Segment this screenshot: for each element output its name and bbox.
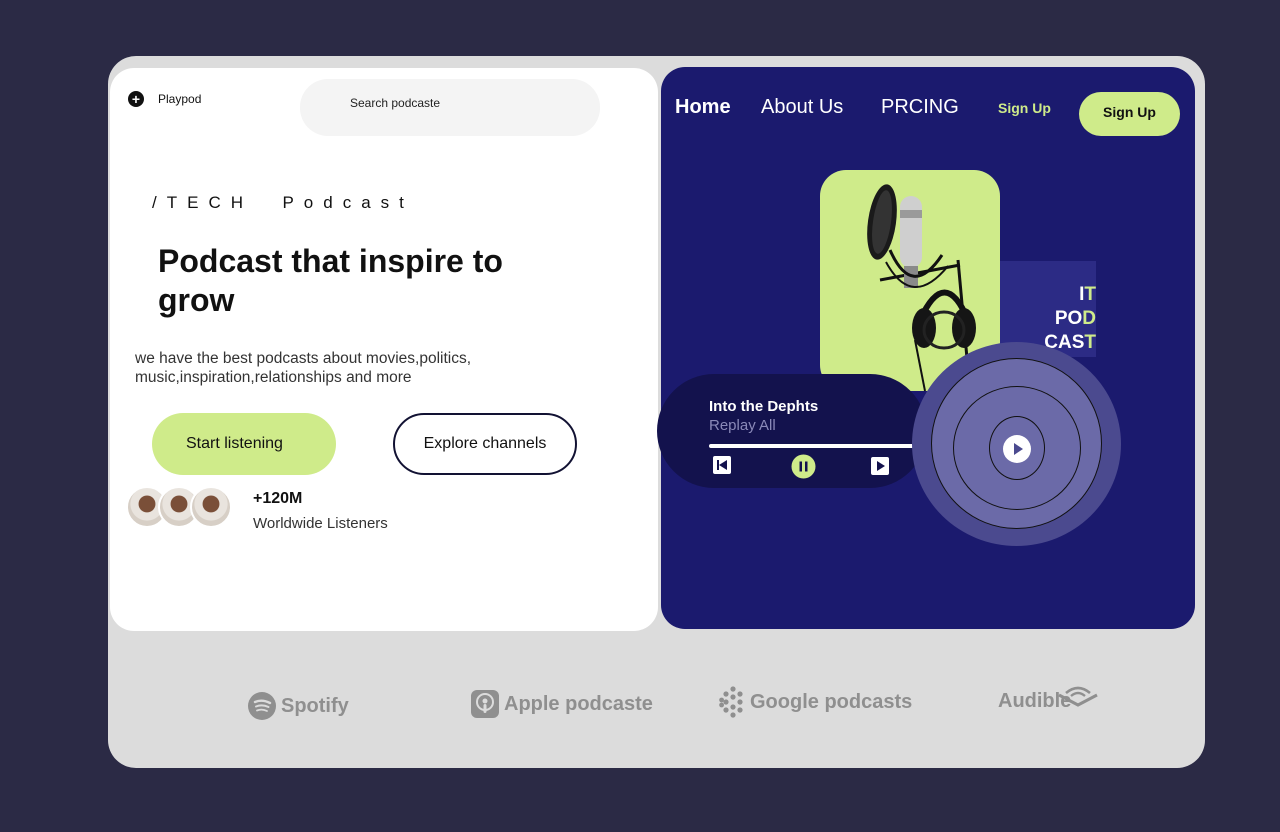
google-podcasts-icon: [719, 686, 743, 718]
plus-icon: +: [128, 91, 144, 107]
search-placeholder: Search podcaste: [350, 96, 441, 110]
listener-count: +120M: [253, 490, 303, 507]
spotify-label: Spotify: [281, 694, 349, 717]
nav-home[interactable]: Home: [675, 96, 731, 119]
podcast-badge-text: IT POD CAST: [1044, 284, 1096, 353]
signup-button[interactable]: Sign Up: [1079, 92, 1180, 136]
spotify-logo[interactable]: Spotify: [248, 692, 349, 720]
avatar: [190, 486, 232, 528]
previous-icon[interactable]: [713, 456, 731, 474]
listener-label: Worldwide Listeners: [253, 515, 388, 532]
spotify-icon: [248, 692, 276, 720]
signup-link[interactable]: Sign Up: [998, 100, 1051, 116]
apple-podcasts-label: Apple podcaste: [504, 692, 653, 715]
google-podcasts-logo[interactable]: Google podcasts: [719, 686, 912, 718]
brand-name: Playpod: [158, 92, 202, 106]
hero-headline: Podcast that inspire to grow: [158, 243, 503, 318]
explore-channels-button[interactable]: Explore channels: [393, 413, 577, 475]
apple-podcasts-logo[interactable]: Apple podcaste: [471, 690, 653, 718]
nav-about-us[interactable]: About Us: [761, 96, 843, 119]
category-eyebrow: /TECH Podcast: [152, 193, 414, 212]
track-title: Into the Dephts: [709, 398, 819, 415]
apple-podcasts-icon: [471, 690, 499, 718]
play-icon[interactable]: [1003, 435, 1031, 463]
pause-icon[interactable]: [791, 454, 816, 479]
search-input[interactable]: Search podcaste: [300, 79, 600, 136]
play-next-icon[interactable]: [871, 457, 889, 475]
brand-logo[interactable]: + Playpod: [128, 91, 201, 107]
track-artist: Replay All: [709, 417, 776, 434]
listener-avatars: [126, 486, 238, 530]
audible-logo[interactable]: Audible: [998, 676, 1099, 713]
playback-progress-bar[interactable]: [709, 444, 915, 448]
audible-icon: [1058, 686, 1099, 707]
hero-description: we have the best podcasts about movies,p…: [135, 350, 472, 386]
google-podcasts-label: Google podcasts: [750, 690, 913, 713]
nav-pricing[interactable]: PRCING: [881, 96, 959, 119]
start-listening-button[interactable]: Start listening: [152, 413, 336, 475]
